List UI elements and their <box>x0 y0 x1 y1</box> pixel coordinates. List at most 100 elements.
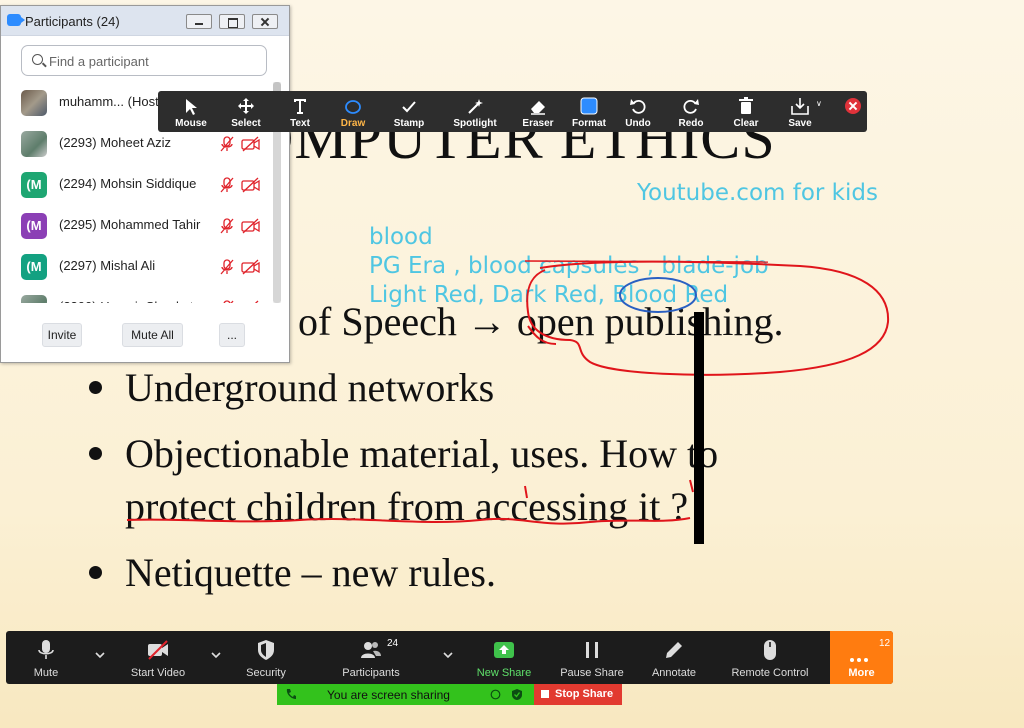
tool-label: Format <box>572 118 606 129</box>
people-icon <box>361 642 381 658</box>
tool-undo[interactable]: Undo <box>613 91 663 132</box>
meeting-controls-bar: Mute Start Video Security 24 Participant… <box>6 631 893 684</box>
mute-all-button[interactable]: Mute All <box>122 323 183 347</box>
more-options-button[interactable]: ... <box>219 323 245 347</box>
new-share-button[interactable]: New Share <box>472 631 536 684</box>
participants-window: Participants (24) muhamm... (Host, me)(2… <box>0 5 290 363</box>
pause-share-button[interactable]: Pause Share <box>556 631 628 684</box>
shield-icon <box>258 640 274 660</box>
bullet-dot <box>89 566 102 579</box>
bullet-netiquette: Netiquette – new rules. <box>125 550 496 595</box>
participant-row[interactable]: (M (2297) Mishal Ali <box>1 246 273 287</box>
participant-status-icons <box>219 177 265 193</box>
stop-icon <box>541 690 549 698</box>
save-icon <box>791 98 809 115</box>
invite-button[interactable]: Invite <box>42 323 82 347</box>
mic-muted-icon <box>220 177 234 193</box>
close-button[interactable] <box>252 14 278 29</box>
participants-options-chevron-icon[interactable] <box>442 649 454 661</box>
tool-text[interactable]: Text <box>275 91 325 132</box>
mic-muted-icon <box>220 218 234 234</box>
tool-label: Mouse <box>175 118 207 129</box>
redo-icon <box>683 99 699 114</box>
tool-format[interactable]: Format <box>564 91 614 132</box>
participant-name: (2300) Humair Shaukat <box>59 299 193 303</box>
tool-label: Save <box>788 118 812 129</box>
tool-stamp[interactable]: Stamp <box>384 91 434 132</box>
security-label: Security <box>246 667 286 679</box>
annotate-button[interactable]: Annotate <box>644 631 704 684</box>
video-muted-icon <box>241 218 260 234</box>
trash-icon <box>739 97 753 114</box>
tool-spotlight[interactable]: Spotlight <box>447 91 503 132</box>
participants-label: Participants <box>342 667 400 679</box>
annotation-blood: blood <box>369 224 433 250</box>
undo-icon <box>630 99 646 114</box>
start-video-button[interactable]: Start Video <box>123 631 193 684</box>
participants-button[interactable]: 24 Participants <box>333 631 409 684</box>
tool-select[interactable]: Select <box>221 91 271 132</box>
tool-save[interactable]: Save <box>775 91 825 132</box>
participant-row[interactable]: (M (2295) Mohammed Tahir <box>1 205 273 246</box>
tool-label: Text <box>290 118 310 129</box>
format-icon <box>580 97 598 115</box>
audio-options-chevron-icon[interactable] <box>94 649 106 661</box>
participant-row[interactable]: (2300) Humair Shaukat <box>1 287 273 303</box>
participants-title: Participants (24) <box>25 14 120 29</box>
participant-status-icons <box>219 218 265 234</box>
avatar: (M <box>21 172 47 198</box>
mute-label: Mute <box>33 667 59 679</box>
video-muted-icon <box>254 300 260 303</box>
start-video-label: Start Video <box>130 667 186 679</box>
more-dots-icon <box>850 649 871 667</box>
more-label: More <box>848 667 875 679</box>
tool-draw[interactable]: Draw <box>328 91 378 132</box>
zoom-icon <box>7 14 25 26</box>
participant-status-icons <box>219 259 265 275</box>
tool-label: Clear <box>733 118 759 129</box>
tool-label: Select <box>231 118 261 129</box>
tool-label: Redo <box>678 118 704 129</box>
participant-search[interactable] <box>21 45 267 76</box>
avatar <box>21 90 47 116</box>
save-options-chevron-icon[interactable]: ∨ <box>816 99 822 108</box>
search-icon <box>32 54 43 65</box>
video-options-chevron-icon[interactable] <box>210 649 222 661</box>
scroll-track[interactable] <box>273 116 281 303</box>
tool-eraser[interactable]: Eraser <box>513 91 563 132</box>
tool-mouse[interactable]: Mouse <box>166 91 216 132</box>
close-annotation-icon[interactable] <box>845 98 861 114</box>
cursor-icon <box>186 99 197 115</box>
tool-label: Eraser <box>522 118 554 129</box>
pen-vertical-stroke <box>694 312 704 544</box>
move-icon <box>238 98 254 114</box>
tool-label: Stamp <box>393 118 425 129</box>
remote-control-button[interactable]: Remote Control <box>724 631 816 684</box>
participant-status-icons <box>219 136 265 152</box>
avatar <box>21 131 47 157</box>
participant-name: (2297) Mishal Ali <box>59 258 156 273</box>
maximize-button[interactable] <box>219 14 245 29</box>
wand-icon <box>468 99 483 114</box>
mic-muted-icon <box>220 259 234 275</box>
search-input[interactable] <box>49 51 259 71</box>
more-button[interactable]: 12 More <box>830 631 893 684</box>
tool-clear[interactable]: Clear <box>721 91 771 132</box>
avatar: (M <box>21 254 47 280</box>
minimize-button[interactable] <box>186 14 212 29</box>
bullet-dot <box>89 447 102 460</box>
mic-muted-icon <box>220 136 234 152</box>
mute-button[interactable]: Mute <box>16 631 76 684</box>
pencil-icon <box>666 642 682 658</box>
screen-sharing-status[interactable]: You are screen sharing <box>277 684 534 705</box>
security-button[interactable]: Security <box>236 631 296 684</box>
stop-share-button[interactable]: Stop Share <box>534 684 622 705</box>
annotation-pg-era: PG Era , blood capsules , blade-job <box>369 253 769 279</box>
video-off-icon <box>148 640 168 660</box>
participant-row[interactable]: (M (2294) Mohsin Siddique <box>1 164 273 205</box>
pause-icon <box>586 642 598 658</box>
eraser-icon <box>531 101 545 115</box>
participants-titlebar[interactable]: Participants (24) <box>1 6 289 36</box>
bullet-objectionable-material: Objectionable material, uses. How to <box>125 431 719 476</box>
tool-redo[interactable]: Redo <box>666 91 716 132</box>
